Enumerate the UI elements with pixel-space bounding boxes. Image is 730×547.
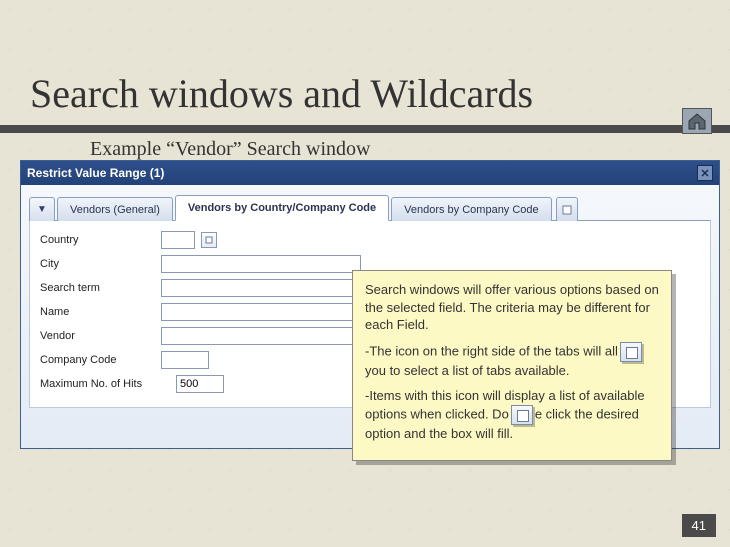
page-title: Search windows and Wildcards — [30, 70, 533, 117]
tab-vendors-company[interactable]: Vendors by Company Code — [391, 197, 552, 221]
label-city: City — [40, 258, 155, 270]
picker-icon[interactable] — [201, 232, 217, 248]
tab-list-icon[interactable] — [556, 197, 578, 221]
title-divider — [0, 125, 730, 133]
input-vendor[interactable] — [161, 327, 361, 345]
tab-strip: ▼ Vendors (General) Vendors by Country/C… — [29, 195, 711, 221]
label-country: Country — [40, 234, 155, 246]
slide-number: 41 — [682, 514, 716, 537]
callout-p3: -Items with this icon will display a lis… — [365, 387, 659, 442]
input-max-hits[interactable] — [176, 375, 224, 393]
input-city[interactable] — [161, 255, 361, 273]
callout-p1: Search windows will offer various option… — [365, 281, 659, 334]
tab-list-icon-inline — [620, 342, 642, 362]
picker-icon-inline — [511, 405, 533, 425]
tab-dropdown-icon[interactable]: ▼ — [29, 197, 55, 221]
tab-vendors-general[interactable]: Vendors (General) — [57, 197, 173, 221]
label-vendor: Vendor — [40, 330, 155, 342]
label-max-hits: Maximum No. of Hits — [40, 378, 170, 390]
label-search-term: Search term — [40, 282, 155, 294]
label-name: Name — [40, 306, 155, 318]
input-company-code[interactable] — [161, 351, 209, 369]
window-title: Restrict Value Range (1) — [27, 166, 164, 180]
input-search-term[interactable] — [161, 279, 361, 297]
home-icon-svg — [687, 112, 707, 130]
close-icon[interactable]: ✕ — [697, 165, 713, 181]
label-company-code: Company Code — [40, 354, 155, 366]
page-subtitle: Example “Vendor” Search window — [90, 138, 370, 161]
window-titlebar: Restrict Value Range (1) ✕ — [21, 161, 719, 185]
help-callout: Search windows will offer various option… — [352, 270, 672, 461]
input-country[interactable] — [161, 231, 195, 249]
input-name[interactable] — [161, 303, 361, 321]
callout-p2: -The icon on the right side of the tabs … — [365, 342, 659, 380]
tab-vendors-country[interactable]: Vendors by Country/Company Code — [175, 195, 389, 221]
home-icon[interactable] — [682, 108, 712, 134]
